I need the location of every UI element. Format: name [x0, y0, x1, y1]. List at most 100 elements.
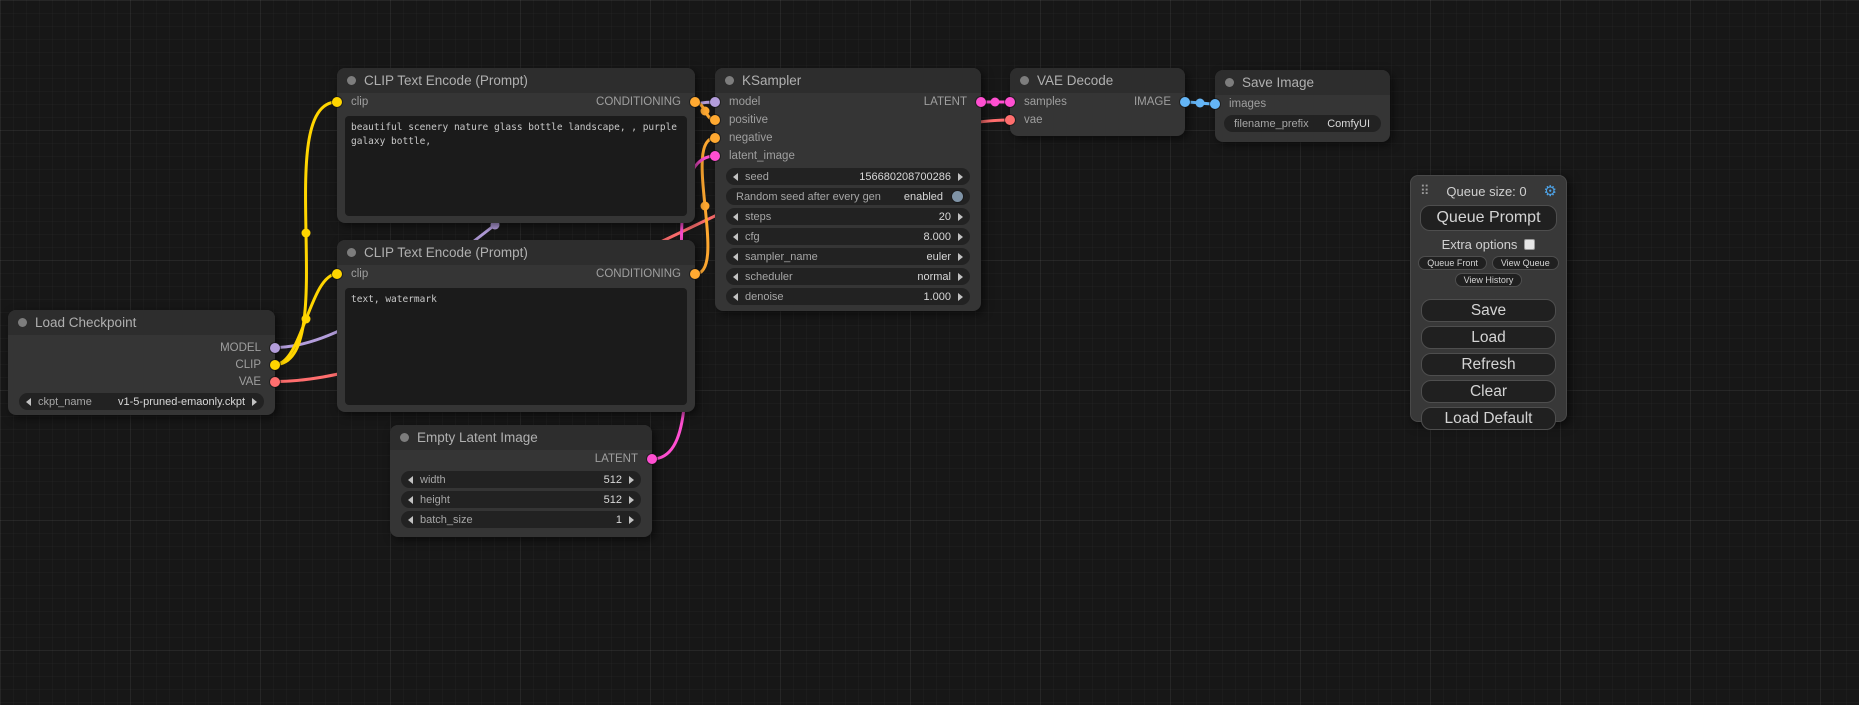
collapse-dot[interactable]	[347, 76, 356, 85]
input-slot-negative[interactable]	[710, 133, 720, 143]
output-slot-label-vae: VAE	[239, 376, 261, 388]
save-button[interactable]: Save	[1421, 299, 1556, 322]
output-slot-vae[interactable]	[270, 377, 280, 387]
input-slot-model[interactable]	[710, 97, 720, 107]
output-slot-model[interactable]	[270, 343, 280, 353]
widget-value: ComfyUI	[1327, 118, 1370, 130]
prompt-textarea[interactable]: beautiful scenery nature glass bottle la…	[345, 116, 687, 216]
drag-handle-icon[interactable]	[1420, 182, 1430, 200]
widget-width[interactable]: width 512	[401, 471, 641, 488]
decrement-arrow-icon[interactable]	[733, 213, 738, 221]
increment-arrow-icon[interactable]	[629, 476, 634, 484]
widget-ckpt-name[interactable]: ckpt_name v1-5-pruned-emaonly.ckpt	[19, 393, 264, 410]
widget-steps[interactable]: steps 20	[726, 208, 970, 225]
widget-label: filename_prefix	[1234, 118, 1309, 130]
clear-button[interactable]: Clear	[1421, 380, 1556, 403]
collapse-dot[interactable]	[1020, 76, 1029, 85]
refresh-button[interactable]: Refresh	[1421, 353, 1556, 376]
view-history-button[interactable]: View History	[1455, 273, 1523, 287]
input-slot-clip[interactable]	[332, 269, 342, 279]
input-slot-positive[interactable]	[710, 115, 720, 125]
collapse-dot[interactable]	[18, 318, 27, 327]
increment-arrow-icon[interactable]	[958, 233, 963, 241]
node-vae-decode[interactable]: VAE Decode samples IMAGE vae	[1010, 68, 1185, 136]
extra-options-checkbox[interactable]	[1524, 239, 1535, 250]
decrement-arrow-icon[interactable]	[733, 173, 738, 181]
node-ksampler[interactable]: KSampler model LATENT positive negative …	[715, 68, 981, 311]
widget-denoise[interactable]: denoise 1.000	[726, 288, 970, 305]
load-button[interactable]: Load	[1421, 326, 1556, 349]
node-title-bar[interactable]: CLIP Text Encode (Prompt)	[337, 240, 695, 265]
output-slot-clip[interactable]	[270, 360, 280, 370]
increment-arrow-icon[interactable]	[958, 253, 963, 261]
queue-front-button[interactable]: Queue Front	[1418, 256, 1487, 270]
node-load-checkpoint[interactable]: Load Checkpoint MODEL CLIP VAE ckpt_name…	[8, 310, 275, 415]
prompt-textarea[interactable]: text, watermark	[345, 288, 687, 405]
input-slot-label-negative: negative	[729, 132, 772, 144]
decrement-arrow-icon[interactable]	[408, 516, 413, 524]
collapse-dot[interactable]	[1225, 78, 1234, 87]
widget-filename-prefix[interactable]: filename_prefix ComfyUI	[1224, 115, 1381, 132]
queue-prompt-button[interactable]: Queue Prompt	[1420, 205, 1557, 231]
toggle-dot-icon[interactable]	[952, 191, 963, 202]
widget-sampler-name[interactable]: sampler_name euler	[726, 248, 970, 265]
collapse-dot[interactable]	[725, 76, 734, 85]
decrement-arrow-icon[interactable]	[408, 496, 413, 504]
input-slot-vae[interactable]	[1005, 115, 1015, 125]
widget-height[interactable]: height 512	[401, 491, 641, 508]
output-slot-image[interactable]	[1180, 97, 1190, 107]
queue-menu-panel[interactable]: Queue size: 0 Queue Prompt Extra options…	[1410, 175, 1567, 422]
output-slot-conditioning[interactable]	[690, 269, 700, 279]
node-empty-latent-image[interactable]: Empty Latent Image LATENT width 512 heig…	[390, 425, 652, 537]
settings-gear-icon[interactable]	[1544, 182, 1557, 201]
increment-arrow-icon[interactable]	[252, 398, 257, 406]
node-title-bar[interactable]: VAE Decode	[1010, 68, 1185, 93]
node-title-bar[interactable]: CLIP Text Encode (Prompt)	[337, 68, 695, 93]
increment-arrow-icon[interactable]	[958, 273, 963, 281]
input-slot-label-positive: positive	[729, 114, 768, 126]
input-slot-label-clip: clip	[351, 96, 368, 108]
node-title-bar[interactable]: Save Image	[1215, 70, 1390, 95]
output-slot-latent[interactable]	[976, 97, 986, 107]
input-slot-images[interactable]	[1210, 99, 1220, 109]
node-title-bar[interactable]: Empty Latent Image	[390, 425, 652, 450]
load-default-button[interactable]: Load Default	[1421, 407, 1556, 430]
widget-random-seed-toggle[interactable]: Random seed after every gen enabled	[726, 188, 970, 205]
collapse-dot[interactable]	[347, 248, 356, 257]
increment-arrow-icon[interactable]	[958, 293, 963, 301]
widget-cfg[interactable]: cfg 8.000	[726, 228, 970, 245]
node-title-bar[interactable]: Load Checkpoint	[8, 310, 275, 335]
decrement-arrow-icon[interactable]	[26, 398, 31, 406]
widget-seed[interactable]: seed 156680208700286	[726, 168, 970, 185]
node-title: CLIP Text Encode (Prompt)	[364, 245, 528, 260]
node-title-bar[interactable]: KSampler	[715, 68, 981, 93]
widget-label: steps	[745, 211, 771, 223]
widget-label: denoise	[745, 291, 784, 303]
increment-arrow-icon[interactable]	[629, 516, 634, 524]
decrement-arrow-icon[interactable]	[733, 253, 738, 261]
decrement-arrow-icon[interactable]	[733, 273, 738, 281]
decrement-arrow-icon[interactable]	[733, 233, 738, 241]
output-slot-conditioning[interactable]	[690, 97, 700, 107]
node-clip-text-encode-negative[interactable]: CLIP Text Encode (Prompt) clip CONDITION…	[337, 240, 695, 412]
widget-label: batch_size	[420, 514, 473, 526]
view-queue-button[interactable]: View Queue	[1492, 256, 1559, 270]
input-slot-label-samples: samples	[1024, 96, 1067, 108]
node-graph-canvas[interactable]: Load Checkpoint MODEL CLIP VAE ckpt_name…	[0, 0, 1859, 705]
node-save-image[interactable]: Save Image images filename_prefix ComfyU…	[1215, 70, 1390, 142]
widget-value: v1-5-pruned-emaonly.ckpt	[118, 396, 245, 408]
increment-arrow-icon[interactable]	[629, 496, 634, 504]
collapse-dot[interactable]	[400, 433, 409, 442]
widget-scheduler[interactable]: scheduler normal	[726, 268, 970, 285]
input-slot-latent-image[interactable]	[710, 151, 720, 161]
decrement-arrow-icon[interactable]	[733, 293, 738, 301]
decrement-arrow-icon[interactable]	[408, 476, 413, 484]
increment-arrow-icon[interactable]	[958, 173, 963, 181]
input-slot-clip[interactable]	[332, 97, 342, 107]
input-slot-samples[interactable]	[1005, 97, 1015, 107]
node-title: KSampler	[742, 73, 801, 88]
increment-arrow-icon[interactable]	[958, 213, 963, 221]
output-slot-latent[interactable]	[647, 454, 657, 464]
widget-batch-size[interactable]: batch_size 1	[401, 511, 641, 528]
node-clip-text-encode-positive[interactable]: CLIP Text Encode (Prompt) clip CONDITION…	[337, 68, 695, 223]
